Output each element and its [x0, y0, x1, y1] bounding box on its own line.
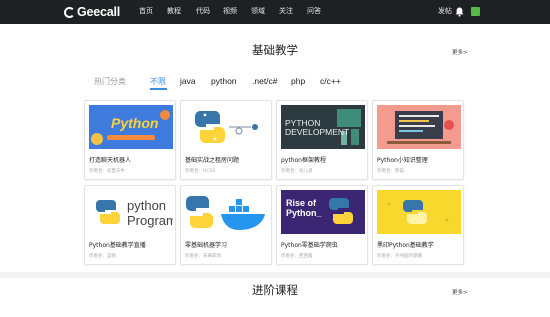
nav-item-home[interactable]: 首页 [139, 6, 153, 16]
course-author: 作者名：齐书园的草帽 [377, 254, 422, 259]
course-thumbnail [185, 190, 269, 234]
course-author: 作者名：谷儿遥 [281, 169, 313, 174]
course-card[interactable]: Rise of Python_ Python零基础学爬虫 作者名：西西酱 [276, 185, 368, 265]
more-link[interactable]: 更多> [452, 288, 468, 296]
course-title: python框架教程 [281, 157, 326, 164]
logo-text: Geecall [77, 5, 121, 19]
nav-item-code[interactable]: 代码 [196, 6, 210, 16]
thumbnail-text: Python [111, 115, 159, 131]
course-author: 作者名：初夏天牛 [89, 169, 125, 174]
course-title: 黑印Python基础教学 [377, 242, 434, 249]
nav-item-tutorials[interactable]: 教程 [167, 6, 181, 16]
course-thumbnail: Rise of Python_ [281, 190, 365, 234]
python-logo-yellow-icon [377, 190, 461, 234]
tab-python[interactable]: python [211, 76, 237, 86]
course-thumbnail: python Programming [89, 190, 173, 234]
course-card[interactable]: PYTHON DEVELOPMENT python框架教程 作者名：谷儿遥 [276, 100, 368, 180]
tab-php[interactable]: php [291, 76, 305, 86]
tab-java[interactable]: java [180, 76, 196, 86]
course-thumbnail [185, 105, 269, 149]
thumbnail-text: PYTHON DEVELOPMENT [285, 118, 350, 137]
top-navbar: Geecall 首页 教程 代码 视频 领域 关注 问答 发帖 [0, 0, 550, 24]
course-card[interactable]: 黑印Python基础教学 作者名：齐书园的草帽 [372, 185, 464, 265]
course-card[interactable]: 基础实战之租房问题 作者名：HCSS [180, 100, 272, 180]
course-author: 作者名：熊猫 [377, 169, 404, 174]
course-title: Python小知识整理 [377, 157, 428, 164]
thumbnail-text: python Programming [127, 198, 173, 228]
logo[interactable]: Geecall [64, 3, 120, 21]
course-title: Python零基础学爬虫 [281, 242, 338, 249]
course-thumbnail [377, 190, 461, 234]
course-title: Python基础教学直播 [89, 242, 146, 249]
avatar[interactable] [471, 7, 480, 16]
course-thumbnail: PYTHON DEVELOPMENT [281, 105, 365, 149]
basic-tutorial-panel [0, 24, 550, 272]
course-card[interactable]: python Programming Python基础教学直播 作者名：蓝帆 [84, 185, 176, 265]
nav-item-qa[interactable]: 问答 [307, 6, 321, 16]
course-author: 作者名：HCSS [185, 169, 216, 174]
category-tabs: 热门分类 不限 java python .net/c# php c/c++ [0, 72, 550, 94]
course-title: 基础实战之租房问题 [185, 157, 240, 164]
course-card[interactable]: 零基础机器学习 作者名：未来职场 [180, 185, 272, 265]
coder-desk-illustration-icon [377, 105, 461, 149]
course-author: 作者名：蓝帆 [89, 254, 116, 259]
course-author: 作者名：未来职场 [185, 254, 221, 259]
course-author: 作者名：西西酱 [281, 254, 313, 259]
nav-item-videos[interactable]: 视频 [223, 6, 237, 16]
nav-item-fields[interactable]: 领域 [251, 6, 265, 16]
active-tab-indicator [150, 88, 167, 90]
tab-c-cpp[interactable]: c/c++ [320, 76, 341, 86]
python-docker-logo-icon [186, 196, 265, 230]
logo-g-icon [64, 6, 75, 18]
more-link[interactable]: 更多> [452, 48, 468, 56]
course-card[interactable]: Python小知识整理 作者名：熊猫 [372, 100, 464, 180]
course-card[interactable]: Python 打造聊天机器人 作者名：初夏天牛 [84, 100, 176, 180]
nav-item-follow[interactable]: 关注 [279, 6, 293, 16]
thumbnail-text: Rise of Python_ [286, 198, 322, 218]
tab-all[interactable]: 不限 [150, 76, 166, 87]
post-button[interactable]: 发帖 [438, 6, 452, 16]
bell-icon[interactable] [455, 7, 464, 17]
course-thumbnail: Python [89, 105, 173, 149]
python-logo-icon [195, 111, 258, 143]
tab-dotnet[interactable]: .net/c# [252, 76, 278, 86]
tab-hot-category-label: 热门分类 [94, 77, 126, 86]
course-thumbnail [377, 105, 461, 149]
course-title: 打造聊天机器人 [89, 157, 132, 164]
course-title: 零基础机器学习 [185, 242, 228, 249]
